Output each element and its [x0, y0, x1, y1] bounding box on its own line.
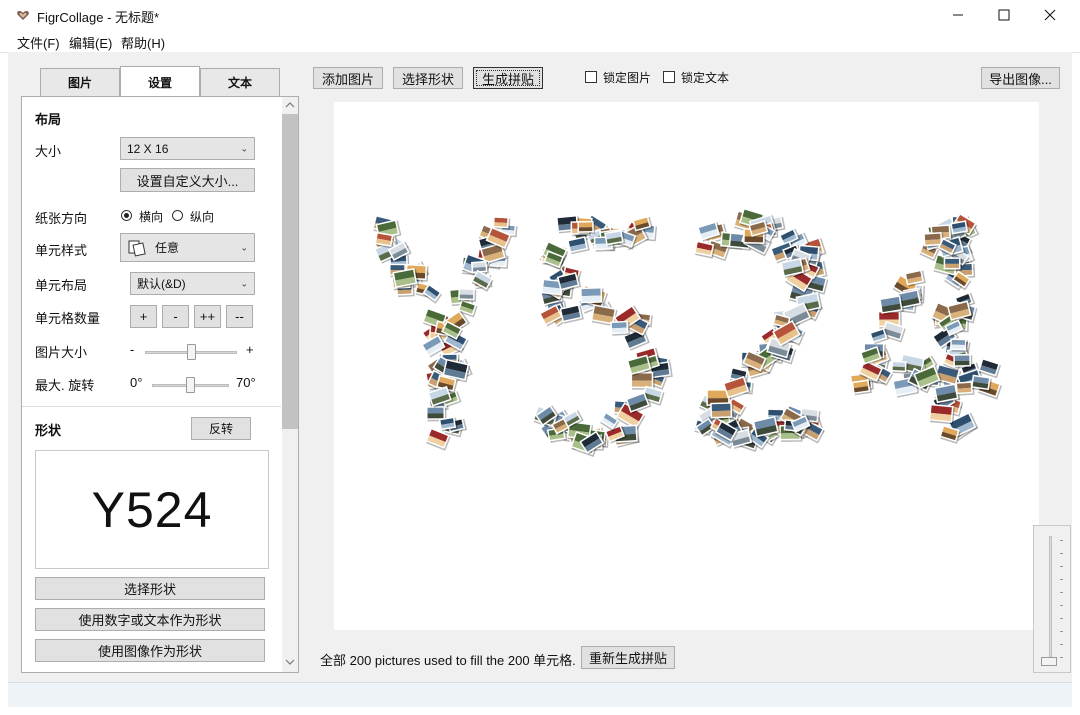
collage-photo [580, 286, 604, 305]
minimize-button[interactable] [935, 0, 981, 30]
collage-canvas[interactable] [334, 102, 1039, 630]
panel-scrollbar[interactable] [282, 97, 298, 672]
landscape-radio[interactable] [121, 210, 132, 221]
status-bar [8, 682, 1072, 707]
collage-photo [950, 338, 968, 352]
collage-photo [567, 236, 590, 255]
rotation-slider-thumb[interactable] [186, 377, 195, 393]
zoom-thumb[interactable] [1041, 657, 1057, 666]
export-image-button[interactable]: 导出图像... [981, 67, 1060, 89]
zoom-slider[interactable] [1033, 525, 1071, 673]
collage-image [372, 207, 1003, 457]
cell-style-value: 任意 [155, 241, 180, 255]
add-pictures-button[interactable]: 添加图片 [313, 67, 383, 89]
tab-text[interactable]: 文本 [200, 68, 280, 96]
shape-preview: Y524 [35, 450, 269, 569]
collage-photo [577, 220, 596, 235]
picture-size-min: - [130, 342, 135, 357]
size-value: 12 X 16 [127, 141, 169, 156]
picture-size-label: 图片大小 [35, 345, 88, 360]
scroll-up-icon[interactable] [285, 101, 295, 109]
lock-text-checkbox[interactable] [663, 71, 675, 83]
scrollbar-thumb[interactable] [282, 114, 298, 429]
collage-photo [879, 295, 905, 316]
rotation-max: 70° [236, 375, 256, 390]
window-title: FigrCollage - 无标题* [37, 10, 160, 25]
chevron-down-icon: ⌄ [240, 242, 248, 252]
regenerate-collage-button[interactable]: 重新生成拼贴 [581, 646, 675, 669]
collage-photo [928, 403, 955, 425]
chevron-down-icon: ⌄ [240, 143, 248, 153]
select-shape-toolbar-button[interactable]: 选择形状 [393, 67, 463, 89]
shape-preview-text: Y524 [91, 481, 213, 538]
menu-edit[interactable]: 编辑(E) [69, 33, 112, 52]
cell-count-increase-button[interactable]: + [130, 305, 157, 328]
lock-pictures-label[interactable]: 锁定图片 [603, 69, 651, 86]
zoom-track[interactable] [1049, 536, 1052, 664]
close-button[interactable] [1027, 0, 1073, 30]
select-shape-button[interactable]: 选择形状 [35, 577, 265, 600]
lock-text-label[interactable]: 锁定文本 [681, 69, 729, 86]
custom-size-button[interactable]: 设置自定义大小... [120, 168, 255, 192]
section-divider [22, 406, 281, 407]
chevron-down-icon: ⌄ [240, 278, 248, 288]
maximize-icon [998, 9, 1010, 21]
cell-style-label: 单元样式 [35, 243, 88, 258]
collage-photo [610, 320, 630, 336]
collage-photo [970, 374, 992, 392]
invert-button[interactable]: 反转 [191, 417, 251, 440]
collage-photo [458, 288, 477, 302]
lock-pictures-checkbox[interactable] [585, 71, 597, 83]
picture-size-slider-thumb[interactable] [186, 344, 196, 360]
collage-photo [710, 402, 734, 420]
collage-photo [851, 379, 872, 396]
cell-style-select[interactable]: 任意 ⌄ [120, 233, 255, 262]
picture-size-max: + [246, 342, 254, 357]
cell-count-decrease-more-button[interactable]: -- [226, 305, 253, 328]
portrait-label[interactable]: 纵向 [190, 208, 214, 225]
minimize-icon [953, 14, 963, 16]
collage-photo [943, 257, 963, 271]
shape-heading: 形状 [35, 423, 62, 438]
menu-bar: 文件(F) 编辑(E) 帮助(H) [0, 30, 1080, 53]
collage-photo [492, 216, 511, 230]
rotation-label: 最大. 旋转 [35, 378, 95, 393]
fill-status-text: 全部 200 pictures used to fill the 200 单元格… [320, 653, 576, 668]
portrait-radio[interactable] [172, 210, 183, 221]
tab-settings[interactable]: 设置 [120, 66, 200, 97]
cell-count-increase-more-button[interactable]: ++ [194, 305, 221, 328]
title-bar: FigrCollage - 无标题* [0, 0, 1080, 30]
menu-help[interactable]: 帮助(H) [121, 33, 165, 52]
layout-heading: 布局 [35, 112, 62, 127]
cell-layout-label: 单元布局 [35, 278, 88, 293]
maximize-button[interactable] [981, 0, 1027, 30]
size-label: 大小 [35, 144, 62, 159]
orientation-label: 纸张方向 [35, 211, 88, 226]
collage-photo [904, 269, 926, 287]
rotation-min: 0° [130, 375, 143, 390]
collage-photo [438, 416, 458, 432]
size-select[interactable]: 12 X 16 ⌄ [120, 137, 255, 160]
zoom-ticks [1060, 540, 1063, 660]
menu-file[interactable]: 文件(F) [17, 33, 60, 52]
tab-pictures[interactable]: 图片 [40, 68, 120, 96]
generate-collage-button[interactable]: 生成拼贴 [473, 67, 543, 89]
collage-photo [891, 360, 909, 374]
collage-photo [953, 353, 973, 369]
close-icon [1044, 9, 1056, 21]
heart-icon [17, 11, 29, 20]
cell-layout-value: 默认(&D) [137, 277, 186, 291]
cell-count-label: 单元格数量 [35, 311, 101, 326]
scroll-down-icon[interactable] [285, 658, 295, 666]
use-text-as-shape-button[interactable]: 使用数字或文本作为形状 [35, 608, 265, 631]
use-image-as-shape-button[interactable]: 使用图像作为形状 [35, 639, 265, 662]
cell-layout-select[interactable]: 默认(&D) ⌄ [130, 272, 255, 295]
landscape-label[interactable]: 横向 [139, 208, 163, 225]
cell-count-decrease-button[interactable]: - [162, 305, 189, 328]
cell-style-icon [128, 240, 146, 257]
